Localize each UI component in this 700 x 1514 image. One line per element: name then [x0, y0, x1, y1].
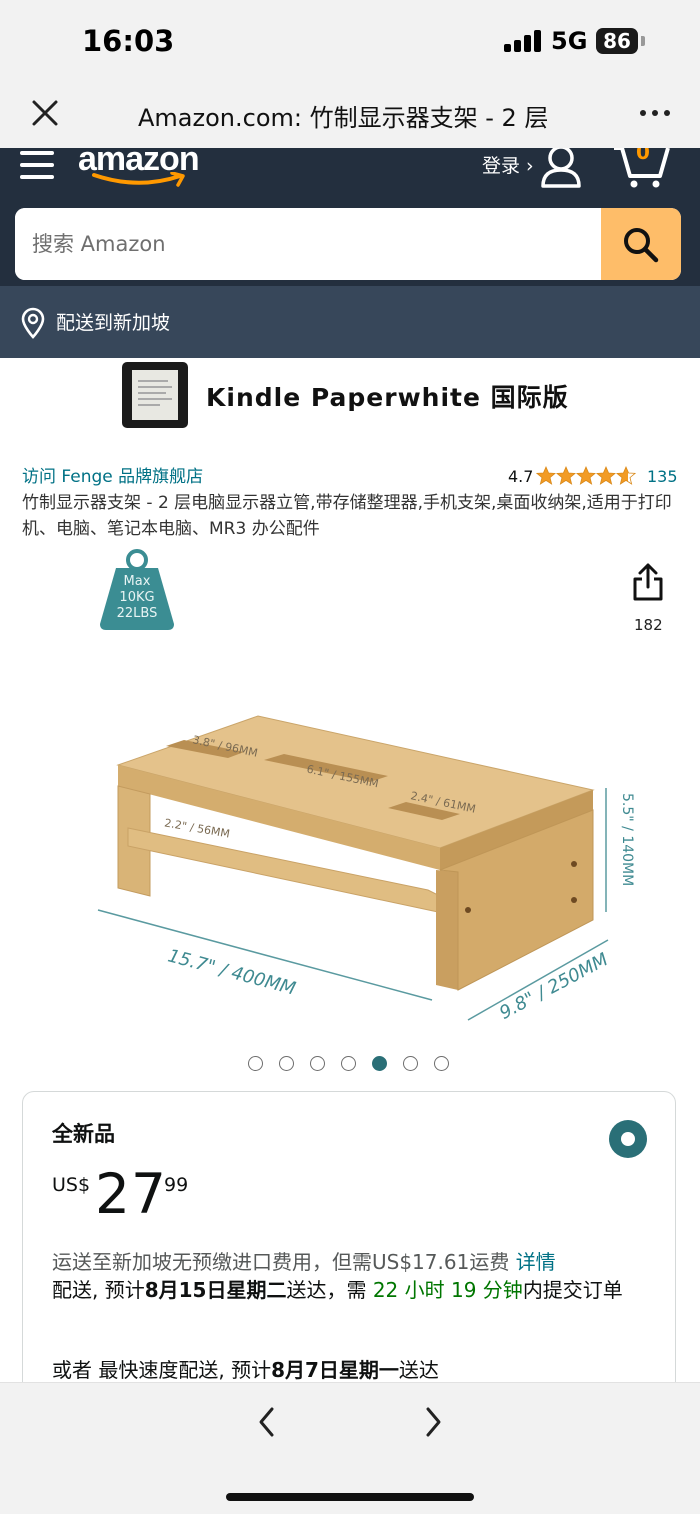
user-icon[interactable] [540, 148, 582, 188]
network-label: 5G [551, 27, 588, 55]
signin-link[interactable]: 登录 › [482, 151, 534, 178]
kindle-ad-banner[interactable]: Kindle Paperwhite 国际版 [0, 358, 700, 434]
product-title: 竹制显示器支架 - 2 层电脑显示器立管,带存储整理器,手机支架,桌面收纳架,适… [22, 493, 672, 539]
offer-condition: 全新品 [52, 1122, 115, 1146]
delivery-date: 8月15日星期二 [144, 1278, 287, 1302]
forward-chevron-icon[interactable] [420, 1405, 446, 1439]
back-chevron-icon[interactable] [254, 1405, 280, 1439]
delivery-estimate: 配送, 预计8月15日星期二送达，需 22 小时 19 分钟内提交订单 [52, 1275, 652, 1305]
rating-count: 135 [647, 467, 678, 486]
delivery-prefix: 配送, 预计 [52, 1278, 145, 1302]
delivery-suffix: 内提交订单 [522, 1278, 623, 1302]
badge-line-3: 22LBS [116, 606, 158, 621]
home-indicator[interactable] [226, 1493, 474, 1501]
offer-card[interactable]: 全新品 US$ 27 99 运送至新加坡无预缴进口费用，但需US$17.61运费… [22, 1091, 676, 1411]
price-fraction: 99 [164, 1174, 189, 1196]
fastest-delivery: 或者 最快速度配送, 预计8月7日星期一送达 [52, 1354, 439, 1383]
max-weight-badge: Max 10KG 22LBS [98, 548, 176, 632]
shipping-text: 运送至新加坡无预缴进口费用，但需US$17.61运费 [52, 1250, 510, 1274]
carousel-dot[interactable] [403, 1056, 418, 1071]
fastest-date: 8月7日星期一 [271, 1358, 399, 1382]
carousel-dot[interactable] [341, 1056, 356, 1071]
dimension-height: 5.5" / 140MM [619, 793, 635, 887]
carousel-dot[interactable] [248, 1056, 263, 1071]
badge-line-2: 10KG [119, 590, 155, 605]
cart-icon[interactable]: 0 [612, 148, 674, 188]
kindle-banner-title: Kindle Paperwhite 国际版 [206, 383, 569, 412]
browser-toolbar: Amazon.com: 竹制显示器支架 - 2 层 [0, 80, 700, 148]
price-currency: US$ [52, 1174, 91, 1196]
browser-title: Amazon.com: 竹制显示器支架 - 2 层 [138, 104, 549, 132]
search-icon [624, 228, 659, 263]
carousel-dot[interactable] [310, 1056, 325, 1071]
close-icon[interactable] [28, 96, 62, 130]
logo-smile-icon [92, 172, 185, 187]
carousel-dot[interactable] [434, 1056, 449, 1071]
status-time: 16:03 [82, 24, 175, 58]
deliver-to-bar[interactable]: 配送到新加坡 [0, 286, 700, 358]
battery-icon: 86 [596, 28, 638, 54]
search-input[interactable] [15, 208, 601, 280]
status-bar: 16:03 5G 86 [0, 0, 700, 80]
more-options-icon[interactable] [640, 108, 672, 118]
image-carousel-dots [248, 1054, 458, 1072]
fastest-suffix: 送达 [398, 1358, 439, 1382]
hamburger-menu-icon[interactable] [20, 151, 56, 181]
amazon-logo[interactable]: amazon [78, 148, 218, 190]
rating-value: 4.7 [508, 467, 534, 486]
amazon-header: amazon 登录 › 0 搜索 Amazon 配送到新加坡 [0, 148, 700, 358]
fastest-prefix: 或者 最快速度配送, 预计 [52, 1358, 272, 1382]
product-image[interactable]: 3.8" / 96MM 6.1" / 155MM 2.4" / 61MM 2.2… [88, 700, 648, 1030]
offer-radio-selected[interactable] [609, 1120, 647, 1158]
share-count: 182 [634, 616, 663, 634]
kindle-device-image [122, 362, 188, 428]
search-button[interactable] [601, 208, 681, 280]
order-countdown: 22 小时 19 分钟 [372, 1278, 523, 1302]
search-bar [15, 208, 681, 280]
location-pin-icon [20, 307, 46, 339]
star-rating-icon [536, 466, 636, 485]
battery-cap [641, 36, 645, 46]
brand-store-link[interactable]: 访问 Fenge 品牌旗舰店 [22, 462, 203, 487]
price-whole: 27 [95, 1162, 167, 1226]
carousel-dot-active[interactable] [372, 1056, 387, 1071]
shipping-details-link[interactable]: 详情 [516, 1250, 556, 1274]
badge-line-1: Max [123, 574, 151, 589]
browser-bottom-bar [0, 1382, 700, 1514]
deliver-to-label: 配送到新加坡 [56, 312, 171, 334]
shipping-info: 运送至新加坡无预缴进口费用，但需US$17.61运费 详情 [52, 1246, 556, 1275]
share-icon[interactable] [630, 562, 666, 602]
delivery-mid: 送达，需 [286, 1278, 367, 1302]
signal-icon [504, 30, 542, 52]
carousel-dot[interactable] [279, 1056, 294, 1071]
cart-count: 0 [636, 148, 650, 164]
